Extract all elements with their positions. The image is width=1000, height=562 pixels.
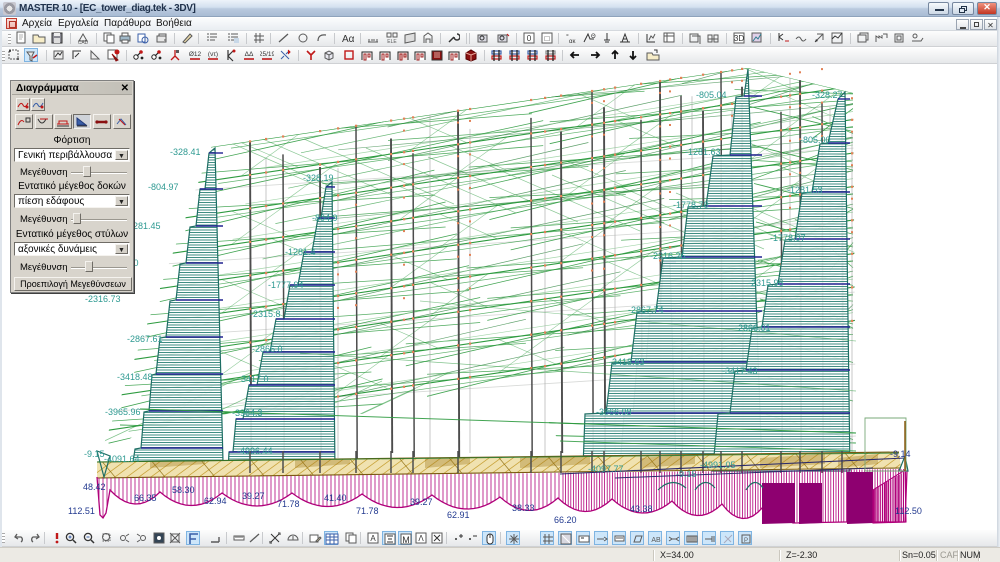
svg-text:-2867.61: -2867.61 [127,334,163,344]
svg-text:-4091.64: -4091.64 [104,454,140,464]
svg-text:-2866.0: -2866.0 [252,344,283,354]
svg-text:-3417.0: -3417.0 [238,374,269,384]
svg-text:-9.14: -9.14 [890,449,911,459]
svg-text:ΔΔ: ΔΔ [245,51,254,58]
svg-text:-3964.3: -3964.3 [232,408,263,418]
svg-text:43.38: 43.38 [630,504,653,514]
svg-text:(ντ): (ντ) [208,51,218,58]
svg-text:3D: 3D [734,34,744,43]
svg-text:-4991.05: -4991.05 [700,460,736,470]
svg-text:66.20: 66.20 [554,515,577,525]
svg-text:-328.41: -328.41 [170,147,201,157]
svg-text:-3418.63: -3418.63 [609,357,645,367]
svg-text:39.27: 39.27 [410,497,433,507]
svg-text:A: A [370,534,376,543]
svg-text:Θ: Θ [591,34,596,40]
svg-text:-804.97: -804.97 [148,182,179,192]
svg-text:AB: AB [651,537,661,544]
svg-text:-2866.01: -2866.01 [735,323,771,333]
svg-text:ELE: ELE [387,39,397,45]
svg-text:Aα: Aα [342,34,354,45]
svg-text:-4097.77: -4097.77 [588,464,624,474]
svg-text:-1281.4: -1281.4 [285,247,316,257]
svg-text:112.50: 112.50 [895,506,922,516]
svg-text:-328.27: -328.27 [812,90,843,100]
svg-text:58.30: 58.30 [172,485,195,495]
svg-text:-804.9: -804.9 [312,213,338,223]
svg-text:48.42: 48.42 [83,482,106,492]
svg-text:-2315.96: -2315.96 [748,278,784,288]
svg-text:-2867.74: -2867.74 [628,305,664,315]
svg-text:□: □ [545,34,550,43]
svg-text:-3418.48: -3418.48 [117,372,153,382]
svg-text:62.91: 62.91 [447,510,470,520]
svg-text:62.94: 62.94 [204,496,227,506]
svg-text:66.35: 66.35 [134,493,157,503]
svg-text:-1778.07: -1778.07 [770,233,806,243]
svg-text:-9.15: -9.15 [676,469,697,479]
svg-text:-1778.70: -1778.70 [673,200,709,210]
svg-text:-805.00: -805.00 [800,135,831,145]
svg-text:-4996.44: -4996.44 [237,446,273,456]
svg-text:Ø12: Ø12 [189,51,202,58]
svg-text:CAD: CAD [78,40,89,45]
svg-text:-1281.63: -1281.63 [685,147,721,157]
svg-text:-2316.73: -2316.73 [85,294,121,304]
svg-text:M: M [402,535,410,545]
svg-text:39.27: 39.27 [242,491,265,501]
svg-text:-2315.8: -2315.8 [250,309,281,319]
svg-text:-3965.96: -3965.96 [105,407,141,417]
svg-text:0: 0 [527,34,532,43]
svg-text:-328.19: -328.19 [303,173,334,183]
svg-text:-1777.94: -1777.94 [268,280,304,290]
svg-text:Ρ: Ρ [744,538,748,544]
svg-text:-2316.26: -2316.26 [650,251,686,261]
svg-text:Λ: Λ [418,534,424,543]
svg-text:-805.04: -805.04 [696,90,727,100]
svg-text:-3966.08: -3966.08 [596,407,632,417]
svg-text:41.40: 41.40 [324,493,347,503]
svg-text:38.33: 38.33 [512,503,535,513]
svg-text:ακ: ακ [569,39,576,45]
svg-text:71.78: 71.78 [356,506,379,516]
svg-text:25/19: 25/19 [260,51,274,58]
svg-text:112.51: 112.51 [68,506,95,516]
svg-text:71.78: 71.78 [277,499,300,509]
svg-text:-9.15: -9.15 [84,449,105,459]
svg-text:-1281.53: -1281.53 [787,185,823,195]
svg-text:-3417.43: -3417.43 [722,366,758,376]
